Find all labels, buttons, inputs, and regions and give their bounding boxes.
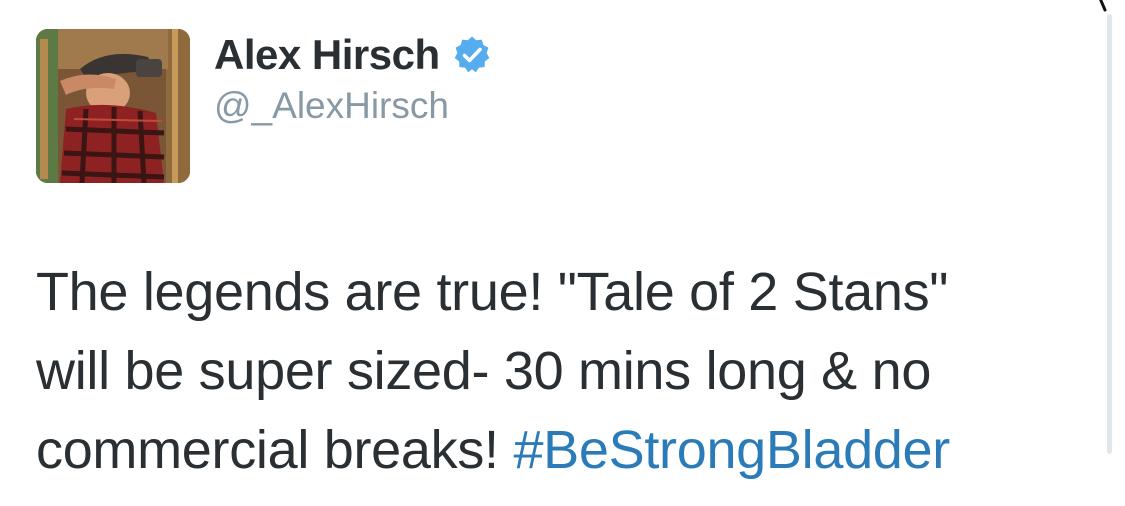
tweet-text: The legends are true! "Tale of 2 Stans" … bbox=[36, 253, 1106, 490]
tweet-text-segment: commercial breaks! bbox=[36, 420, 514, 480]
tweet-text-line: The legends are true! "Tale of 2 Stans" bbox=[36, 262, 949, 322]
user-handle[interactable]: @_AlexHirsch bbox=[214, 84, 492, 128]
avatar-image bbox=[36, 29, 190, 183]
scrollbar[interactable] bbox=[1107, 14, 1112, 454]
tweet-text-line: commercial breaks! #BeStrongBladder bbox=[36, 411, 1106, 490]
display-name[interactable]: Alex Hirsch bbox=[214, 30, 440, 80]
verified-badge-icon bbox=[452, 35, 492, 75]
hashtag-link[interactable]: #BeStrongBladder bbox=[513, 420, 950, 480]
avatar[interactable] bbox=[36, 29, 190, 183]
tweet-header: Alex Hirsch @_AlexHirsch bbox=[214, 30, 492, 128]
name-row: Alex Hirsch bbox=[214, 30, 492, 80]
tweet-card: Alex Hirsch @_AlexHirsch The legends are… bbox=[0, 0, 1125, 506]
tweet-text-line: will be super sized- 30 mins long & no bbox=[36, 341, 932, 401]
corner-mark-icon bbox=[1099, 0, 1107, 12]
